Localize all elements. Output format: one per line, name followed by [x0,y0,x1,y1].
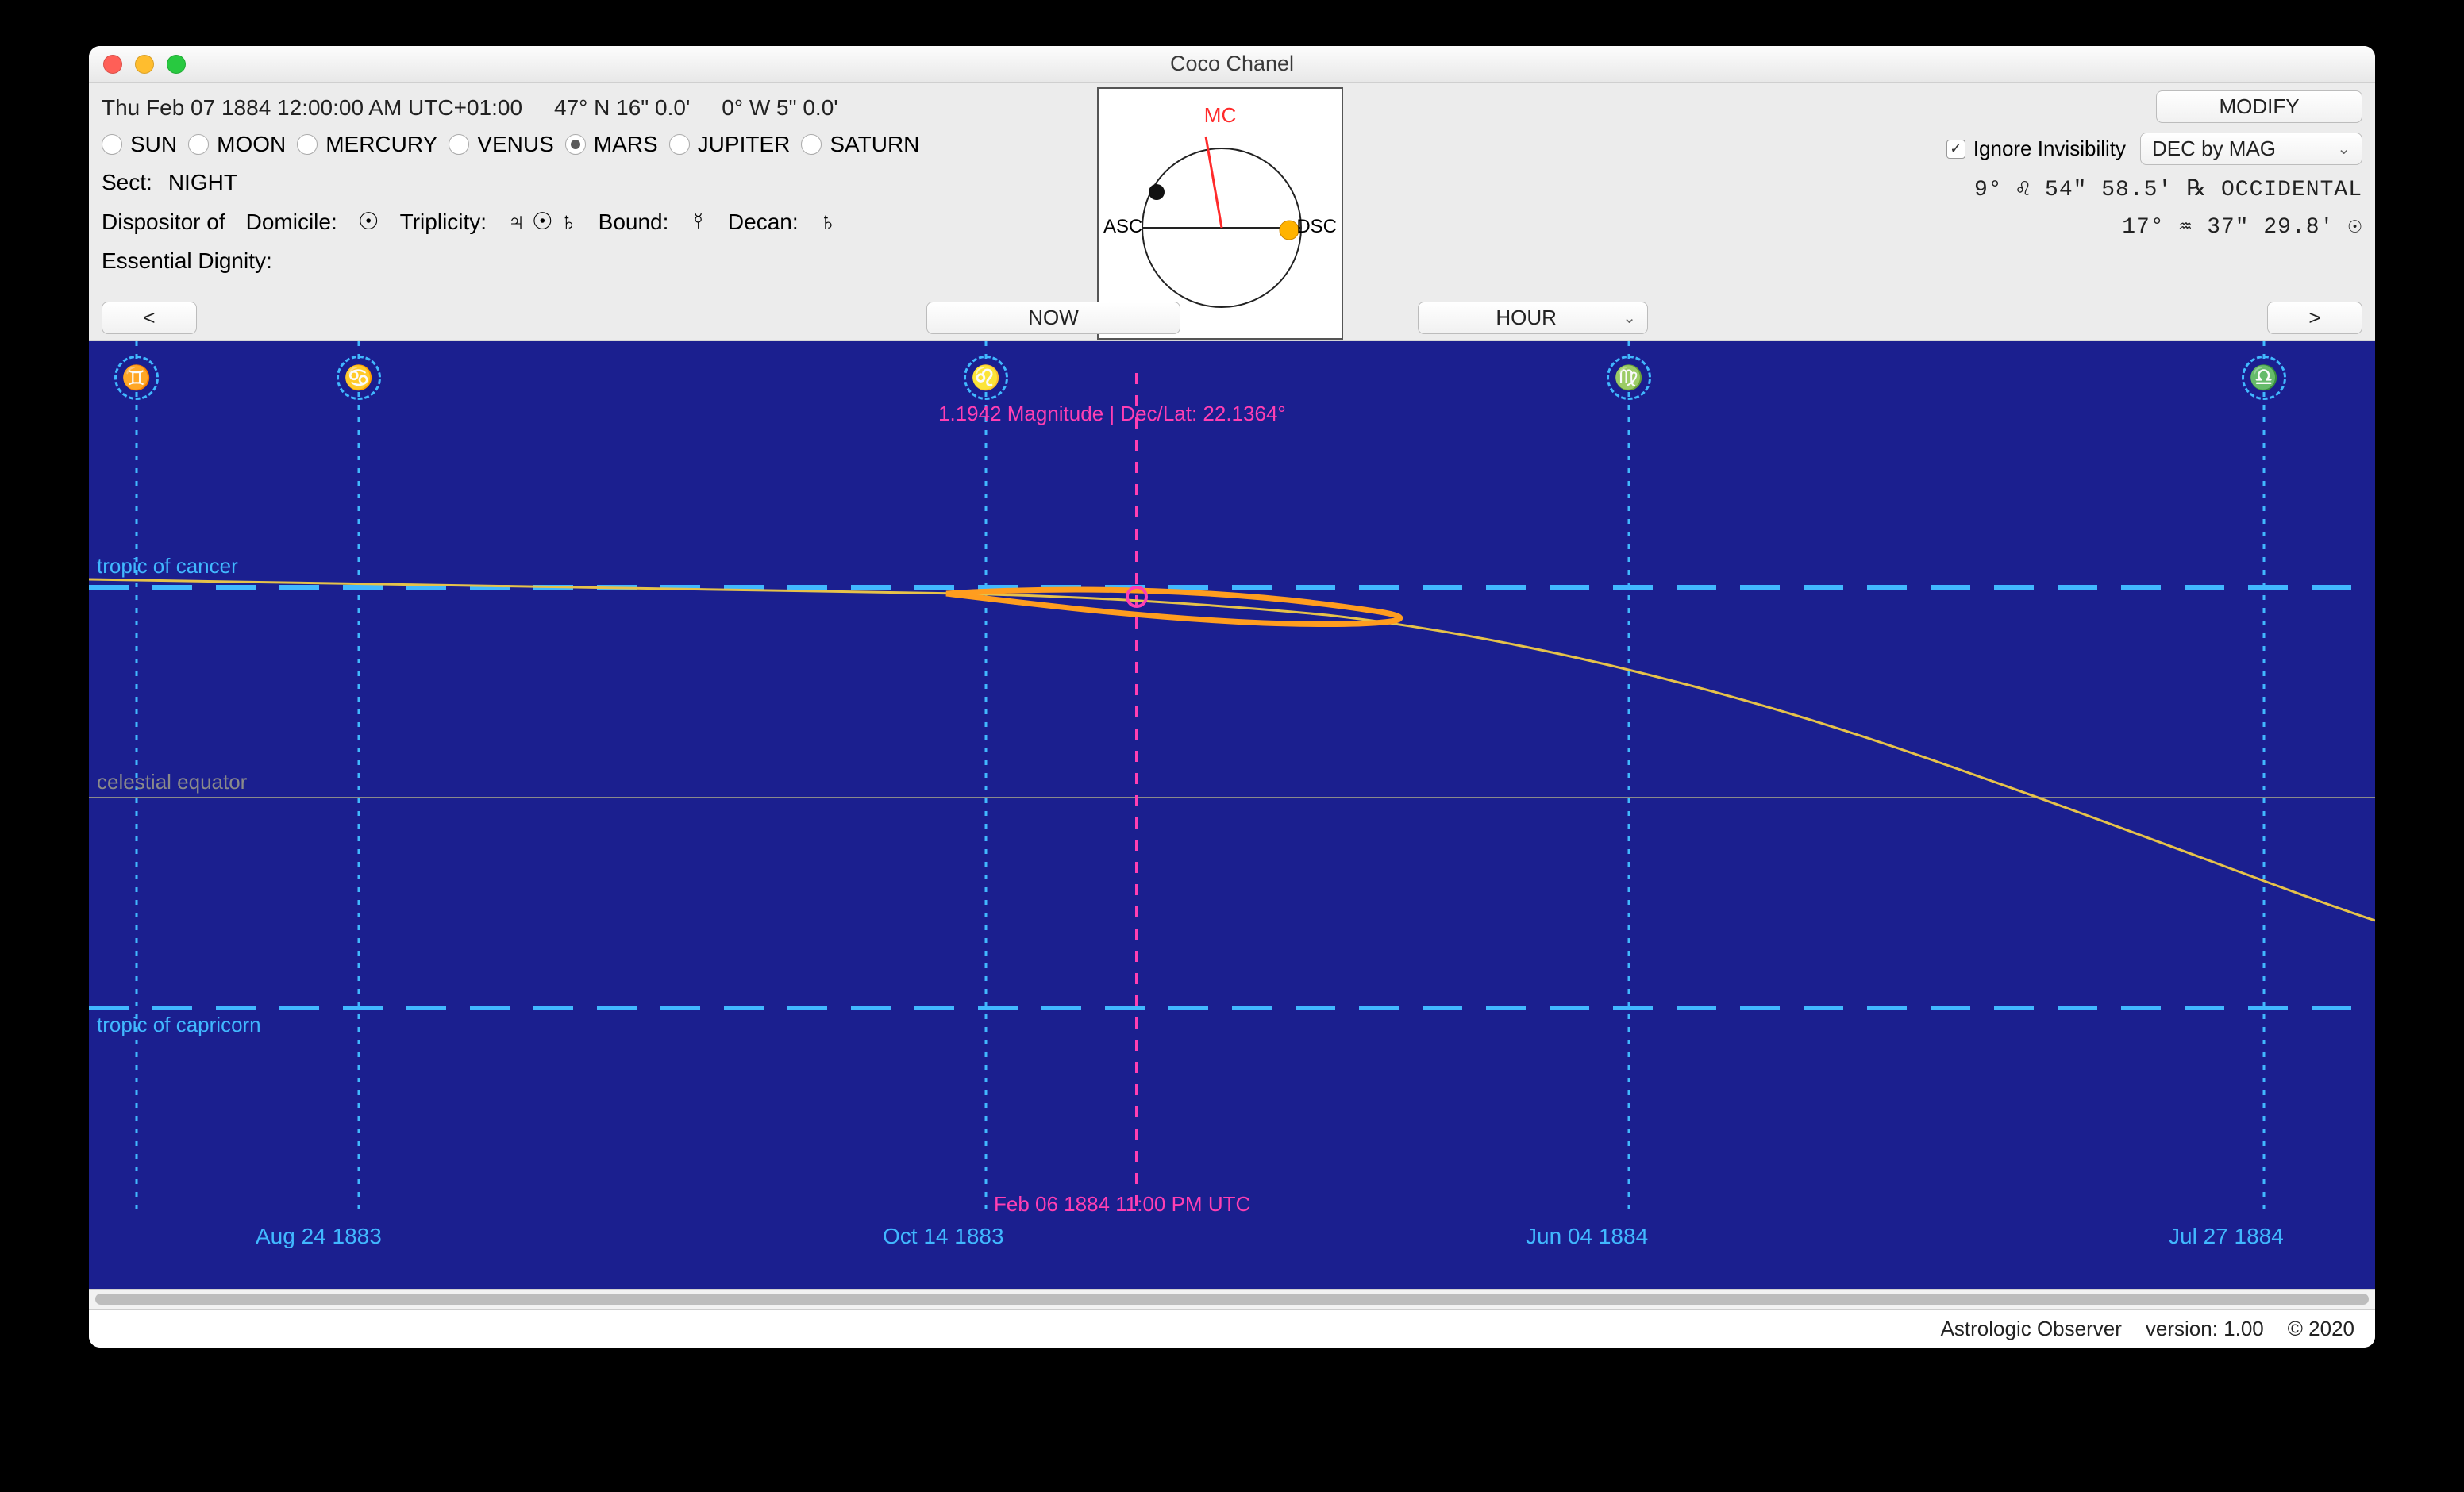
planet-radio-label: JUPITER [698,132,791,157]
zodiac-icon: ♎ [2242,356,2286,400]
step-value: HOUR [1430,306,1623,330]
chevron-down-icon: ⌄ [2337,139,2350,159]
radio-icon [669,134,690,155]
planet-radio-label: SUN [130,132,177,157]
dec-mode-select[interactable]: DEC by MAG ⌄ [2140,133,2362,165]
essential-label: Essential Dignity: [102,248,272,274]
domicile-glyph: ☉ [358,208,379,236]
sect-value: NIGHT [168,170,237,195]
asc-label: ASC [1103,216,1142,238]
close-icon[interactable] [103,55,122,74]
scrollbar-thumb[interactable] [95,1294,2369,1305]
prev-button[interactable]: < [102,302,197,334]
radio-icon [102,134,122,155]
zodiac-icon: ♋ [337,356,381,400]
titlebar: Coco Chanel [89,46,2375,83]
app-window: Coco Chanel Thu Feb 07 1884 12:00:00 AM … [89,46,2375,1348]
radio-icon [565,134,586,155]
zoom-icon[interactable] [167,55,186,74]
sect-label: Sect: [102,170,152,195]
header-panel: Thu Feb 07 1884 12:00:00 AM UTC+01:00 47… [89,83,2375,341]
latitude-text: 47° N 16" 0.0' [554,95,690,121]
dispositor-label: Dispositor of [102,210,225,235]
radio-icon [188,134,209,155]
x-tick: Jun 04 1884 [1526,1224,1648,1249]
planet-radio-venus[interactable]: VENUS [449,132,553,157]
radio-icon [801,134,822,155]
zodiac-icon: ♊ [114,356,159,400]
now-button[interactable]: NOW [926,302,1180,334]
planet-radio-label: MERCURY [325,132,437,157]
horizontal-scrollbar[interactable] [89,1289,2375,1309]
radio-icon [297,134,318,155]
x-tick: Jul 27 1884 [2169,1224,2284,1249]
decan-glyph: ♄ [819,209,837,236]
status-bar: Astrologic Observer version: 1.00 © 2020 [89,1309,2375,1348]
planet-radio-mercury[interactable]: MERCURY [297,132,437,157]
x-tick: Oct 14 1883 [883,1224,1004,1249]
domicile-label: Domicile: [246,210,337,235]
window-title: Coco Chanel [89,52,2375,76]
triplicity-glyphs: ♃ ☉ ♄ [507,208,578,236]
tropic-cancer-label: tropic of cancer [97,554,238,579]
position-readout-1: 9° ♌ 54" 58.5' ℞ OCCIDENTAL [1974,175,2362,202]
zodiac-icon: ♌ [964,356,1008,400]
dsc-label: DSC [1296,216,1337,238]
right-controls: MODIFY ✓ Ignore Invisibility DEC by MAG … [1946,90,2362,240]
cursor-datetime: Feb 06 1884 11:00 PM UTC [994,1192,1250,1217]
chevron-down-icon: ⌄ [1623,308,1636,328]
bound-glyph: ☿ [689,209,707,236]
zodiac-icon: ♍ [1607,356,1651,400]
datetime-text: Thu Feb 07 1884 12:00:00 AM UTC+01:00 [102,95,522,121]
copyright-text: © 2020 [2288,1317,2354,1341]
check-icon: ✓ [1946,140,1965,159]
decan-label: Decan: [728,210,799,235]
planet-radio-label: MOON [217,132,286,157]
nav-row: < NOW HOUR ⌄ > [102,302,2362,334]
declination-chart[interactable]: ♊ ♋ ♌ ♍ ♎ 1.1942 Magnitude | Dec/Lat: 22… [89,341,2375,1289]
position-readout-2: 17° ♒ 37" 29.8' ☉ [2122,212,2362,240]
planet-radio-label: MARS [594,132,658,157]
minimize-icon[interactable] [135,55,154,74]
tropic-capricorn-label: tropic of capricorn [97,1013,261,1037]
planet-radio-sun[interactable]: SUN [102,132,177,157]
equator-label: celestial equator [97,770,247,794]
planet-radio-mars[interactable]: MARS [565,132,658,157]
app-name: Astrologic Observer [1941,1317,2122,1341]
planet-radio-label: VENUS [477,132,553,157]
planet-radio-label: SATURN [830,132,919,157]
bound-label: Bound: [599,210,669,235]
planet-radio-jupiter[interactable]: JUPITER [669,132,791,157]
ignore-invisibility-label: Ignore Invisibility [1973,137,2126,161]
cursor-readout: 1.1942 Magnitude | Dec/Lat: 22.1364° [938,402,1286,426]
planet-radio-saturn[interactable]: SATURN [801,132,919,157]
version-text: version: 1.00 [2146,1317,2264,1341]
chart-svg [89,341,2375,1262]
next-button[interactable]: > [2267,302,2362,334]
longitude-text: 0° W 5" 0.0' [722,95,837,121]
step-select[interactable]: HOUR ⌄ [1418,302,1648,334]
triplicity-label: Triplicity: [400,210,487,235]
dec-mode-value: DEC by MAG [2152,137,2276,161]
radio-icon [449,134,469,155]
ignore-invisibility-check[interactable]: ✓ Ignore Invisibility [1946,137,2126,161]
modify-button[interactable]: MODIFY [2156,90,2362,123]
mc-label: MC [1099,103,1342,128]
window-controls [103,55,186,74]
x-tick: Aug 24 1883 [256,1224,382,1249]
planet-radio-moon[interactable]: MOON [188,132,286,157]
